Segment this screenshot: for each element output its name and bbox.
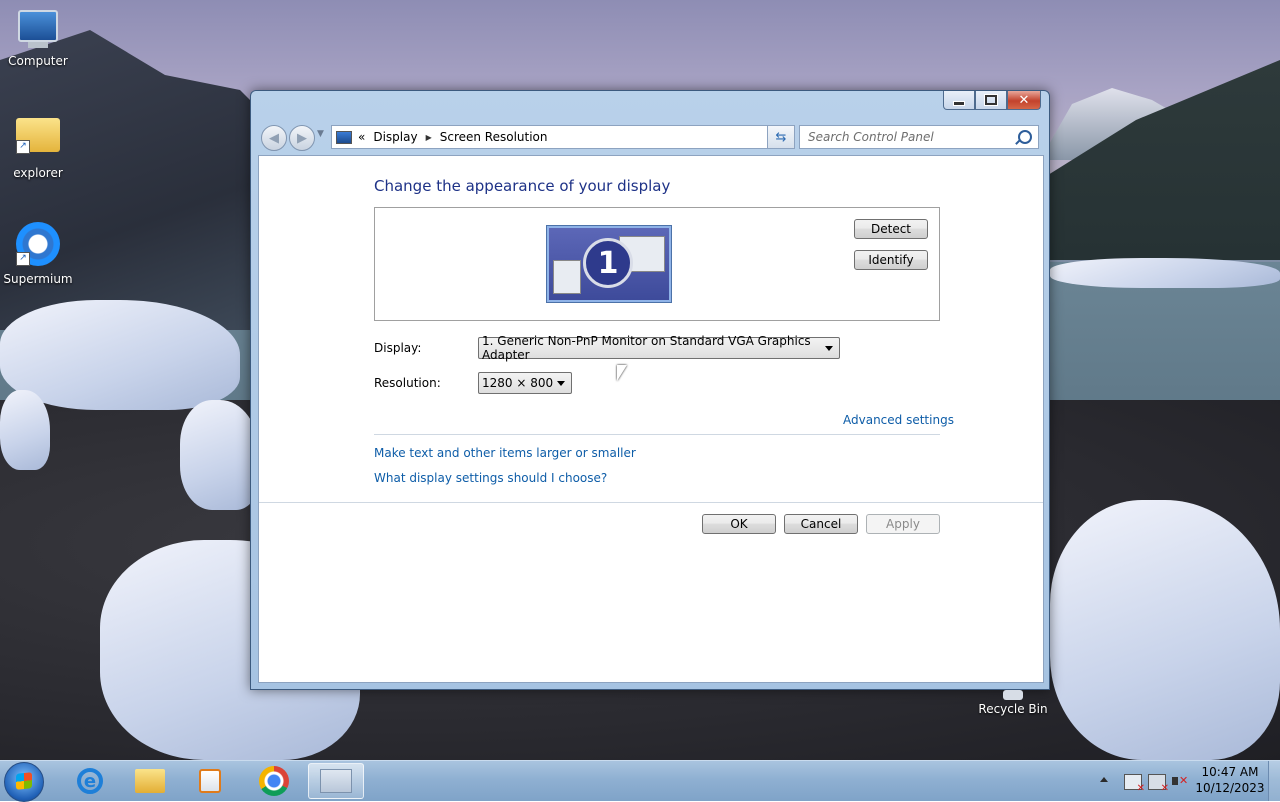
maximize-icon: [985, 95, 997, 105]
detect-button[interactable]: Detect: [854, 219, 928, 239]
control-panel-icon: [336, 130, 352, 144]
desktop-icon-recycle-bin[interactable]: Recycle Bin: [978, 690, 1048, 716]
cancel-button[interactable]: Cancel: [784, 514, 858, 534]
windows-logo-icon: [16, 772, 32, 790]
address-bar[interactable]: « Display ▶ Screen Resolution ▼: [331, 125, 795, 149]
maximize-button[interactable]: [975, 91, 1007, 110]
screen-resolution-window: ✕ ◀ ▶ ▼ « Display ▶ Screen Resolution ▼ …: [250, 90, 1050, 690]
divider: [259, 502, 1043, 503]
desktop-icon-label: Recycle Bin: [978, 702, 1048, 716]
taskbar-app-ie[interactable]: e: [62, 763, 118, 799]
desktop-icon-supermium[interactable]: ↗ Supermium: [0, 222, 76, 286]
display-help-link[interactable]: What display settings should I choose?: [374, 471, 607, 485]
display-select[interactable]: 1. Generic Non-PnP Monitor on Standard V…: [478, 334, 840, 362]
desktop-icon-label: Supermium: [3, 272, 73, 286]
apply-button[interactable]: Apply: [866, 514, 940, 534]
breadcrumb-separator-icon[interactable]: ▶: [426, 133, 432, 142]
desktop-icon-label: Computer: [8, 54, 68, 68]
taskbar-app-explorer[interactable]: [122, 763, 178, 799]
close-icon: ✕: [1018, 92, 1030, 108]
back-button[interactable]: ◀: [261, 125, 287, 151]
recent-pages-dropdown[interactable]: ▼: [317, 129, 324, 139]
refresh-button[interactable]: ⇆: [767, 125, 795, 149]
search-input[interactable]: [806, 129, 1010, 145]
monitor-window-graphic: [553, 260, 581, 294]
resolution-select-value: 1280 × 800: [482, 376, 554, 390]
shortcut-arrow-icon: ↗: [16, 252, 30, 266]
forward-button[interactable]: ▶: [289, 125, 315, 151]
taskbar-app-media-player[interactable]: [182, 763, 238, 799]
text-size-link[interactable]: Make text and other items larger or smal…: [374, 446, 636, 460]
internet-explorer-icon: e: [77, 768, 103, 794]
show-desktop-button[interactable]: [1268, 761, 1280, 801]
clock-date: 10/12/2023: [1195, 781, 1265, 795]
chevron-down-icon: [557, 381, 565, 386]
close-button[interactable]: ✕: [1007, 91, 1041, 110]
network-icon[interactable]: [1148, 774, 1169, 794]
chrome-icon: [259, 766, 289, 796]
navigation-bar: ◀ ▶ ▼ « Display ▶ Screen Resolution ▼ ⇆: [259, 125, 1041, 151]
minimize-button[interactable]: [943, 91, 975, 110]
ok-button[interactable]: OK: [702, 514, 776, 534]
display-select-value: 1. Generic Non-PnP Monitor on Standard V…: [482, 334, 811, 362]
content-pane: Change the appearance of your display 1 …: [258, 155, 1044, 683]
show-hidden-icons-button[interactable]: [1100, 777, 1108, 782]
resolution-select[interactable]: 1280 × 800: [478, 372, 572, 394]
monitor-number-badge: 1: [583, 238, 633, 288]
caption-buttons: ✕: [943, 91, 1041, 111]
advanced-settings-link[interactable]: Advanced settings: [843, 413, 954, 427]
computer-icon: [18, 10, 58, 48]
address-overflow-chevron[interactable]: «: [358, 130, 365, 144]
taskbar-app-screen-resolution[interactable]: [308, 763, 364, 799]
supermium-icon: ↗: [16, 222, 60, 266]
folder-icon: [135, 769, 165, 793]
system-clock[interactable]: 10:47 AM 10/12/2023: [1195, 764, 1265, 796]
desktop-icon-computer[interactable]: Computer: [0, 10, 76, 68]
page-title: Change the appearance of your display: [374, 177, 671, 195]
taskbar-app-chrome[interactable]: [246, 763, 302, 799]
wallpaper-ice: [1050, 258, 1280, 288]
refresh-icon: ⇆: [775, 129, 787, 145]
wallpaper-ice: [1050, 500, 1280, 760]
wallpaper-ice: [0, 390, 50, 470]
divider: [374, 434, 940, 435]
minimize-icon: [953, 100, 965, 106]
display-label: Display:: [374, 341, 422, 355]
start-button[interactable]: [4, 762, 44, 802]
monitor-1-tile[interactable]: 1: [546, 225, 672, 303]
display-settings-icon: [320, 769, 352, 793]
desktop-icon-label: explorer: [13, 166, 63, 180]
forward-arrow-icon: ▶: [297, 130, 307, 146]
recycle-bin-icon: [1003, 690, 1023, 700]
search-box[interactable]: [799, 125, 1039, 149]
monitor-preview-area: 1 Detect Identify: [374, 207, 940, 321]
action-center-icon[interactable]: [1124, 774, 1145, 794]
volume-icon[interactable]: [1172, 774, 1188, 788]
resolution-label: Resolution:: [374, 376, 441, 390]
identify-button[interactable]: Identify: [854, 250, 928, 270]
chevron-down-icon: [825, 346, 833, 351]
wallpaper-mountain-right: [1040, 60, 1280, 260]
shortcut-arrow-icon: ↗: [16, 140, 30, 154]
media-player-icon: [199, 769, 221, 793]
clock-time: 10:47 AM: [1201, 765, 1259, 779]
desktop-icon-explorer[interactable]: ↗ explorer: [0, 112, 76, 180]
breadcrumb-screen-resolution[interactable]: Screen Resolution: [440, 130, 548, 144]
taskbar: e 10:47 AM 10/12/2023: [0, 760, 1280, 802]
folder-icon: ↗: [16, 118, 60, 154]
back-arrow-icon: ◀: [269, 130, 279, 146]
mouse-pointer-icon: [617, 365, 627, 381]
wallpaper-ice: [180, 400, 260, 510]
breadcrumb-display[interactable]: Display: [373, 130, 417, 144]
search-icon[interactable]: [1018, 130, 1032, 144]
